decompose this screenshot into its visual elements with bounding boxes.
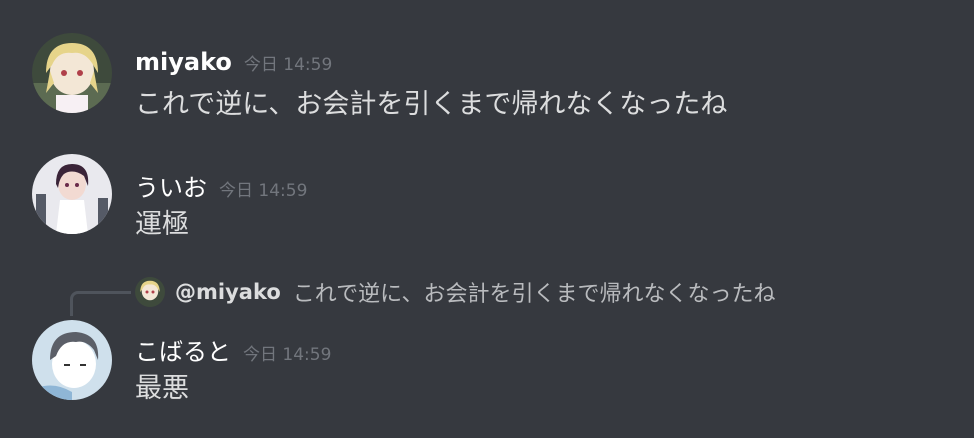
timestamp: 今日 14:59 bbox=[243, 55, 333, 75]
message-content: これで逆に、お会計を引くまで帰れなくなったね bbox=[135, 89, 728, 120]
user-avatar[interactable] bbox=[32, 33, 112, 113]
user-avatar[interactable] bbox=[32, 154, 112, 234]
username[interactable]: miyako bbox=[135, 48, 232, 76]
timestamp: 今日 14:59 bbox=[219, 181, 308, 201]
timestamp: 今日 14:59 bbox=[243, 345, 332, 365]
reply-avatar bbox=[135, 277, 165, 307]
message-item: @miyako これで逆に、お会計を引くまで帰れなくなったね こばると 今日 14… bbox=[0, 250, 974, 438]
user-avatar[interactable] bbox=[32, 320, 112, 400]
message-item: ういお 今日 14:59 運極 bbox=[0, 130, 974, 250]
message-content: 最悪 bbox=[135, 373, 189, 404]
username[interactable]: ういお bbox=[135, 174, 207, 202]
message-item: miyako 今日 14:59 これで逆に、お会計を引くまで帰れなくなったね bbox=[0, 0, 974, 130]
username[interactable]: こばると bbox=[135, 338, 231, 366]
message-content: 運極 bbox=[135, 209, 189, 240]
reply-text[interactable]: これで逆に、お会計を引くまで帰れなくなったね bbox=[293, 276, 776, 308]
reply-preview[interactable]: @miyako これで逆に、お会計を引くまで帰れなくなったね bbox=[135, 276, 775, 308]
reply-connector bbox=[70, 291, 131, 316]
reply-mention[interactable]: @miyako bbox=[175, 280, 281, 304]
